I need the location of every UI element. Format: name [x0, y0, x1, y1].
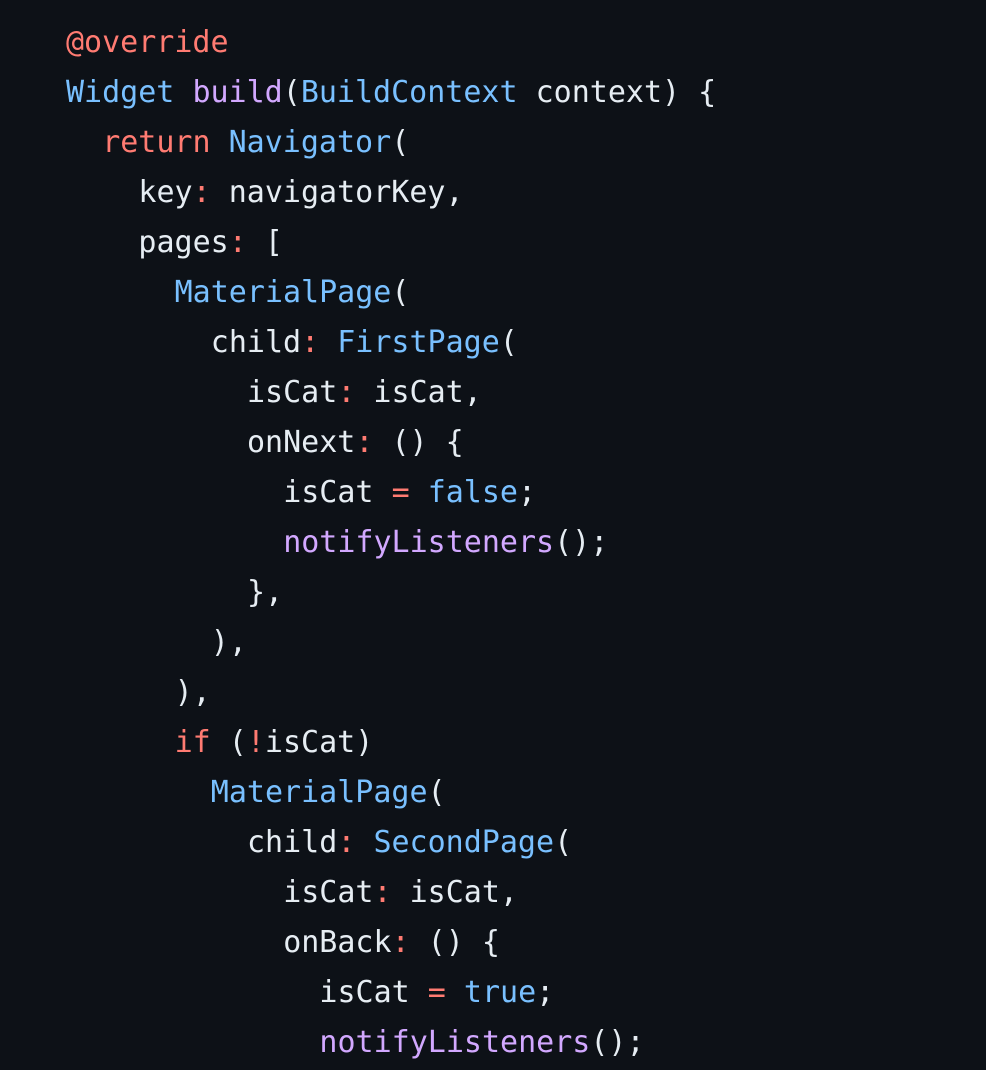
code-token-punct: [319, 325, 337, 360]
code-token-punct: () {: [373, 425, 464, 460]
code-token-keyword: return: [102, 125, 211, 160]
code-token-type: SecondPage: [373, 825, 555, 860]
code-token-var: isCat: [283, 875, 374, 910]
code-token-var: isCat: [319, 975, 410, 1010]
code-token-var: child: [210, 325, 302, 360]
code-line: isCat = true;: [319, 968, 554, 1018]
code-token-punct: isCat,: [391, 875, 518, 910]
code-line: onNext: () {: [247, 418, 464, 468]
code-token-op: :: [301, 325, 320, 360]
code-token-var: onNext: [247, 425, 356, 460]
code-token-punct: ;: [536, 975, 555, 1010]
code-token-var: onBack: [283, 925, 392, 960]
code-token-punct: ),: [210, 625, 247, 660]
code-token-punct: [355, 825, 373, 860]
code-token-func: notifyListeners: [283, 525, 555, 560]
code-token-type: FirstPage: [337, 325, 500, 360]
code-token-op: =: [427, 975, 446, 1010]
code-token-literal: true: [463, 975, 537, 1010]
code-token-punct: (: [499, 325, 518, 360]
code-token-type: MaterialPage: [174, 275, 392, 310]
code-token-func: notifyListeners: [319, 1025, 591, 1060]
code-token-op: :: [228, 225, 247, 260]
code-token-op: =: [391, 475, 410, 510]
code-token-punct: (: [391, 275, 410, 310]
code-view: @override Widget build(BuildContext conte…: [0, 0, 986, 1070]
code-token-punct: ;: [518, 475, 537, 510]
code-token-type: MaterialPage: [210, 775, 428, 810]
code-token-punct: navigatorKey,: [210, 175, 464, 210]
code-line: isCat = false;: [283, 468, 536, 518]
code-token-keyword: @override: [66, 25, 229, 60]
code-token-punct: context) {: [517, 75, 717, 110]
code-token-punct: [374, 475, 392, 510]
code-token-op: :: [373, 875, 392, 910]
code-token-op: :: [355, 425, 374, 460]
code-token-type: Navigator: [228, 125, 392, 160]
code-line: ),: [211, 618, 247, 668]
code-token-var: key: [138, 175, 193, 210]
code-token-punct: (: [391, 125, 410, 160]
code-token-op: :: [192, 175, 211, 210]
code-token-punct: ),: [174, 675, 211, 710]
code-token-punct: [: [246, 225, 283, 260]
code-token-type: BuildContext: [300, 75, 518, 110]
code-line: MaterialPage(: [211, 768, 446, 818]
code-line: child: FirstPage(: [211, 318, 518, 368]
code-token-punct: ();: [554, 525, 609, 560]
code-token-var: child: [247, 825, 338, 860]
code-token-op: :: [391, 925, 410, 960]
code-line: },: [247, 568, 283, 618]
code-token-punct: [211, 125, 229, 160]
code-token-punct: [446, 975, 464, 1010]
code-token-op: :: [337, 375, 356, 410]
code-token-var: isCat: [283, 475, 374, 510]
code-line: if (!isCat): [175, 718, 374, 768]
code-token-punct: isCat): [264, 725, 374, 760]
code-token-var: pages: [138, 225, 229, 260]
code-token-var: isCat: [247, 375, 338, 410]
code-token-type: Widget: [66, 75, 175, 110]
code-line: MaterialPage(: [175, 268, 410, 318]
code-token-keyword: if: [174, 725, 211, 760]
code-line: child: SecondPage(: [247, 818, 572, 868]
code-line: return Navigator(: [102, 118, 409, 168]
code-token-punct: (: [554, 825, 573, 860]
code-line: Widget build(BuildContext context) {: [66, 68, 716, 118]
code-token-punct: (: [427, 775, 446, 810]
code-line: key: navigatorKey,: [138, 168, 463, 218]
code-token-func: build: [192, 75, 283, 110]
code-line: ),: [175, 668, 211, 718]
code-token-punct: [410, 475, 428, 510]
code-token-punct: [410, 975, 428, 1010]
code-line: onBack: () {: [283, 918, 500, 968]
code-line: notifyListeners();: [319, 1018, 644, 1068]
code-line: @override: [66, 18, 229, 68]
code-token-literal: false: [427, 475, 518, 510]
code-token-punct: () {: [409, 925, 500, 960]
code-token-punct: },: [247, 575, 284, 610]
code-token-punct: [174, 75, 192, 110]
code-token-punct: (: [210, 725, 247, 760]
code-line: pages: [: [138, 218, 283, 268]
code-line: notifyListeners();: [283, 518, 608, 568]
code-token-op: :: [337, 825, 356, 860]
code-line: isCat: isCat,: [247, 368, 482, 418]
code-token-punct: ();: [590, 1025, 645, 1060]
code-line: isCat: isCat,: [283, 868, 518, 918]
code-token-op: !: [246, 725, 265, 760]
code-token-punct: isCat,: [355, 375, 482, 410]
code-token-punct: (: [282, 75, 301, 110]
